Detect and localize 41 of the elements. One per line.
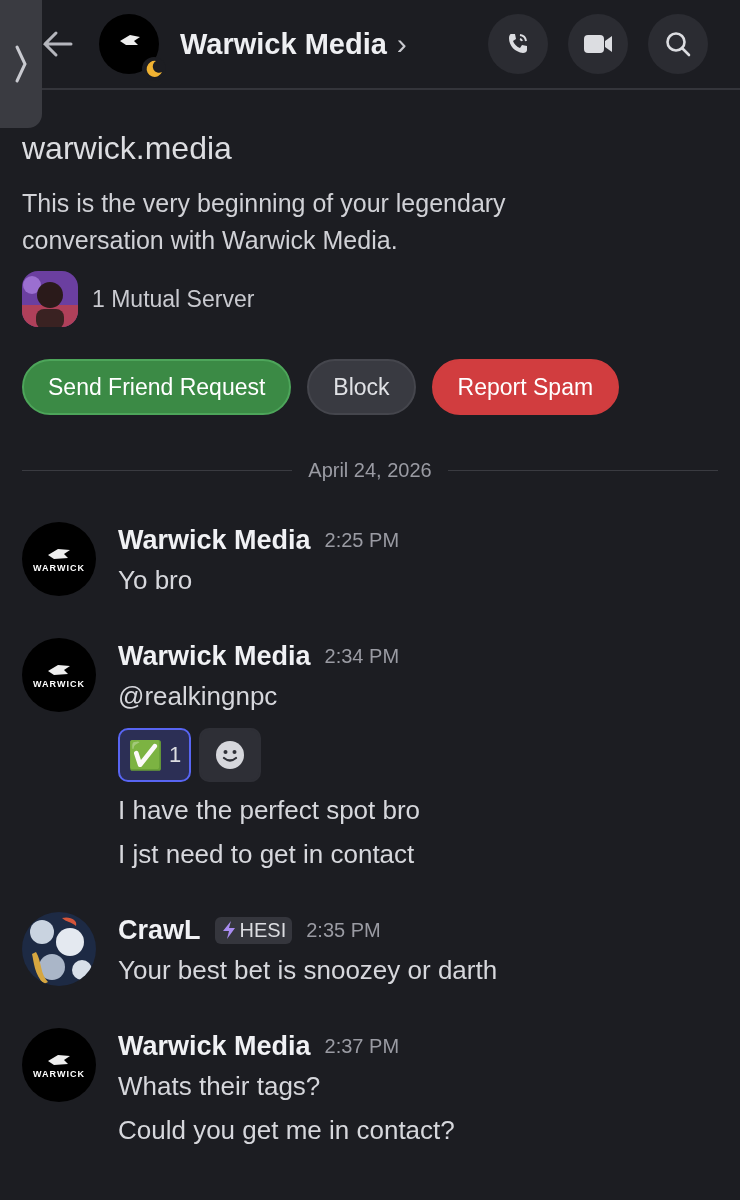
timestamp: 2:37 PM [324,1034,400,1058]
reaction-button[interactable]: ✅ 1 [118,728,192,782]
video-camera-icon [583,32,613,56]
logo-text: WARWICK [33,563,85,573]
message-text: Could you get me in contact? [118,1114,455,1147]
message-text: I have the perfect spot bro [118,794,421,827]
add-reaction-button[interactable] [199,728,262,782]
date-divider: April 24, 2026 [308,459,432,482]
action-button[interactable]: Block [307,359,416,415]
timestamp: 2:35 PM [306,918,381,942]
timestamp: 2:34 PM [324,644,400,668]
author-name[interactable]: CrawL [118,914,201,946]
logo-text: WARWICK [33,679,85,689]
smiley-icon [215,740,246,770]
chevron-text[interactable]: › [396,27,407,61]
message-text: @realkingnpc [118,680,279,713]
author-name[interactable]: Warwick Media [118,1030,311,1062]
username: warwick.media [22,130,233,167]
avatar[interactable]: WARWICK [22,522,96,596]
mutual-server-link[interactable]: 1 Mutual Server [92,285,255,313]
tag-text: HESI [239,918,287,942]
action-button[interactable]: Report Spam [431,359,620,415]
channel-title[interactable]: Warwick Media [180,27,387,61]
message-text: I jst need to get in contact [118,838,416,871]
chevron-right-icon [14,44,28,84]
lightning-icon [220,920,237,940]
message-text: Whats their tags? [118,1070,322,1103]
search-icon [664,30,692,58]
back-arrow-icon[interactable] [40,29,74,59]
side-handle[interactable] [0,0,42,128]
author-name[interactable]: Warwick Media [118,524,311,556]
logo-text: WARWICK [33,1069,85,1079]
timestamp: 2:25 PM [324,528,400,552]
action-button[interactable]: Send Friend Request [22,359,292,415]
avatar[interactable]: WARWICK [22,638,96,712]
bird-logo-icon [98,13,160,75]
intro-text: This is the very beginning of your legendary conversation with Warwick Media. [22,188,507,256]
message-text: Yo bro [118,564,194,597]
message-text: Your best bet is snoozey or darth [118,954,498,987]
avatar[interactable]: WARWICK [22,1028,96,1102]
author-name[interactable]: Warwick Media [118,640,311,672]
